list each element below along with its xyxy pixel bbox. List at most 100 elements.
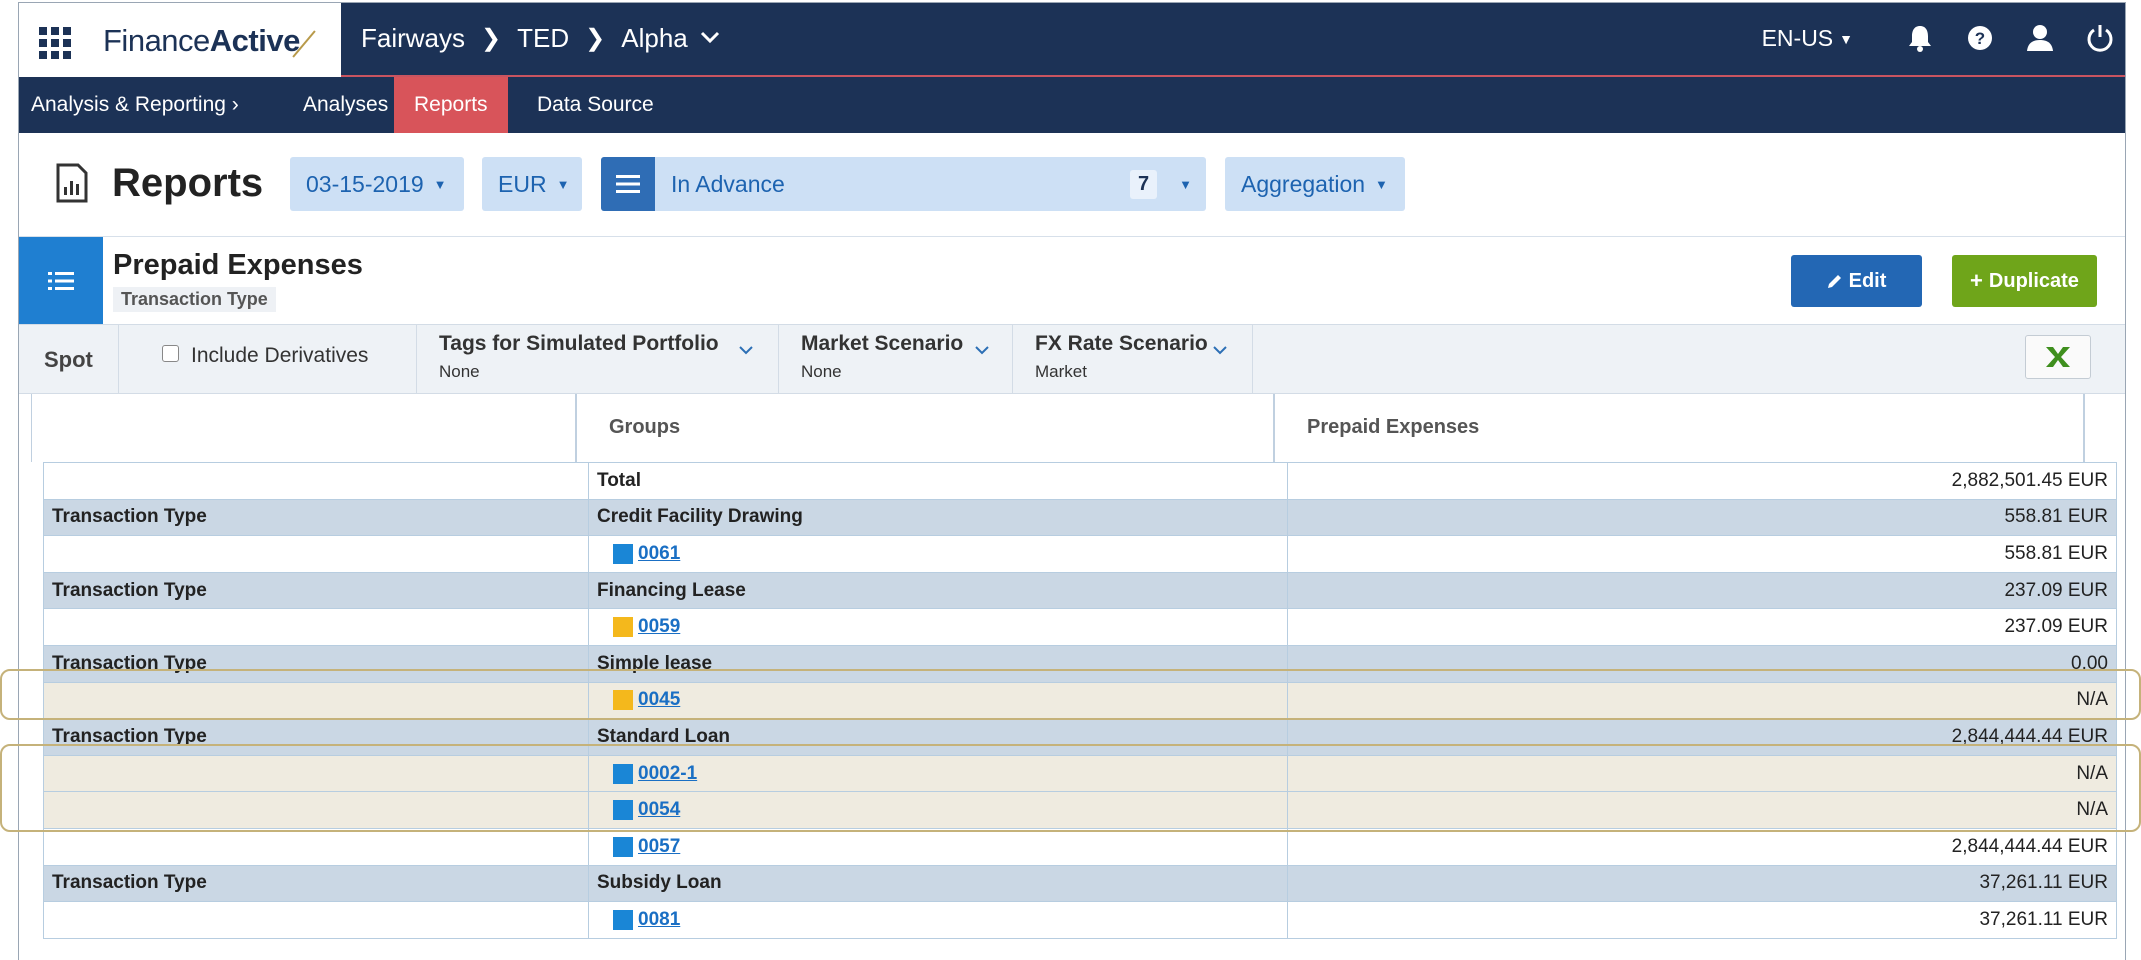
group-type: Transaction Type	[43, 864, 589, 903]
item-value: 37,261.11 EUR	[1287, 901, 2117, 939]
caret-down-icon: ▼	[1375, 176, 1388, 192]
group-row: Transaction Type Standard Loan 2,844,444.4…	[43, 718, 2117, 756]
user-icon[interactable]	[2025, 23, 2055, 53]
currency-selector[interactable]: EUR ▼	[482, 157, 582, 211]
item-color-swatch	[613, 909, 633, 930]
mode-count-badge: 7	[1130, 169, 1158, 199]
spot-cell: Spot	[19, 325, 119, 395]
section-nav: Analysis & Reporting › Analyses Reports …	[19, 77, 2125, 133]
bell-icon[interactable]	[1905, 23, 1935, 53]
breadcrumb-alpha[interactable]: Alpha	[621, 23, 688, 54]
item-row: 0081 37,261.11 EUR	[43, 901, 2117, 939]
group-name: Simple lease	[588, 644, 1288, 683]
total-row: Total 2,882,501.45 EUR	[43, 462, 2117, 500]
item-row: 0054 N/A	[43, 791, 2117, 829]
item-blank-cell	[43, 901, 589, 939]
item-blank-cell	[43, 608, 589, 646]
plus-icon: +	[1970, 268, 1983, 293]
item-color-swatch	[613, 543, 633, 564]
report-title-row: Prepaid Expenses Transaction Type Edit +…	[19, 236, 2125, 325]
total-value: 2,882,501.45 EUR	[1287, 462, 2117, 500]
item-link[interactable]: 0002-1	[638, 763, 697, 784]
item-cell: 0002-1	[588, 754, 1288, 793]
excel-export-button[interactable]	[2025, 335, 2091, 379]
item-cell: 0057	[588, 827, 1288, 866]
item-value: 2,844,444.44 EUR	[1287, 827, 2117, 866]
breadcrumb-fairways[interactable]: Fairways	[361, 23, 465, 54]
group-value: 237.09 EUR	[1287, 571, 2117, 610]
item-link[interactable]: 0061	[638, 543, 680, 564]
breadcrumb-ted[interactable]: TED	[517, 23, 569, 54]
item-row: 0045 N/A	[43, 681, 2117, 720]
item-value: N/A	[1287, 681, 2117, 720]
item-row: 0061 558.81 EUR	[43, 535, 2117, 573]
group-value: 2,844,444.44 EUR	[1287, 718, 2117, 756]
item-cell: 0061	[588, 535, 1288, 573]
duplicate-button[interactable]: + Duplicate	[1952, 255, 2097, 307]
caret-down-icon: ▼	[1179, 176, 1192, 192]
nav-reports[interactable]: Reports	[394, 77, 508, 133]
list-icon[interactable]	[19, 237, 103, 325]
group-value: 0.00	[1287, 644, 2117, 683]
filter-bar: Spot Include Derivatives Tags for Simula…	[19, 324, 2125, 395]
group-name: Subsidy Loan	[588, 864, 1288, 903]
svg-text:?: ?	[1975, 29, 1985, 48]
chevron-right-icon: ❯	[481, 25, 502, 52]
report-title: Prepaid Expenses	[113, 249, 363, 281]
item-color-swatch	[613, 617, 633, 638]
item-blank-cell	[43, 791, 589, 829]
date-selector[interactable]: 03-15-2019 ▼	[290, 157, 464, 211]
hamburger-icon[interactable]	[601, 157, 655, 211]
total-blank-cell	[43, 462, 589, 500]
group-type: Transaction Type	[43, 718, 589, 756]
mode-label: In Advance	[671, 170, 785, 197]
item-cell: 0045	[588, 681, 1288, 720]
item-link[interactable]: 0045	[638, 689, 680, 710]
logo-area: FinanceActive	[19, 3, 341, 77]
nav-analyses[interactable]: Analyses	[289, 77, 402, 133]
item-value: 237.09 EUR	[1287, 608, 2117, 646]
reports-header: Reports 03-15-2019 ▼ EUR ▼ In Advance 7 ▼ …	[19, 133, 2125, 238]
item-value: N/A	[1287, 791, 2117, 829]
include-derivatives-cell: Include Derivatives	[119, 325, 417, 395]
mode-selector[interactable]: In Advance 7 ▼	[601, 157, 1206, 211]
report-table: Total 2,882,501.45 EUR Transaction Type C…	[43, 462, 2117, 939]
item-link[interactable]: 0059	[638, 616, 680, 637]
edit-button[interactable]: Edit	[1791, 255, 1922, 307]
include-derivatives-label[interactable]: Include Derivatives	[191, 344, 368, 368]
nav-analysis-reporting[interactable]: Analysis & Reporting ›	[19, 77, 253, 133]
aggregation-selector[interactable]: Aggregation ▼	[1225, 157, 1405, 211]
include-derivatives-checkbox[interactable]	[162, 345, 179, 362]
caret-down-icon: ▼	[433, 176, 447, 192]
item-link[interactable]: 0081	[638, 909, 680, 930]
header-blank-cell	[32, 394, 577, 462]
item-link[interactable]: 0057	[638, 836, 680, 857]
group-name: Standard Loan	[588, 718, 1288, 756]
power-icon[interactable]	[2085, 23, 2115, 53]
language-selector[interactable]: EN-US ▼	[1762, 25, 1853, 52]
screenshot-frame: FinanceActive Fairways ❯ TED ❯ Alpha EN-…	[0, 0, 2141, 960]
group-value: 37,261.11 EUR	[1287, 864, 2117, 903]
item-row: 0059 237.09 EUR	[43, 608, 2117, 646]
apps-grid-icon[interactable]	[39, 27, 71, 59]
breadcrumb: Fairways ❯ TED ❯ Alpha	[361, 23, 720, 54]
help-icon[interactable]: ?	[1965, 23, 1995, 53]
caret-down-icon: ▼	[556, 176, 570, 192]
top-bar: FinanceActive Fairways ❯ TED ❯ Alpha EN-…	[19, 3, 2125, 77]
market-scenario-dropdown[interactable]: Market Scenario None	[779, 325, 1013, 395]
item-cell: 0081	[588, 901, 1288, 939]
tags-simulated-portfolio-dropdown[interactable]: Tags for Simulated Portfolio None	[417, 325, 779, 395]
group-row: Transaction Type Credit Facility Drawing 5…	[43, 498, 2117, 537]
report-subtitle-badge: Transaction Type	[113, 287, 276, 312]
prepaid-expenses-column-header: Prepaid Expenses ?	[1275, 394, 2085, 462]
chevron-down-icon	[1213, 339, 1227, 360]
chevron-down-icon[interactable]	[700, 27, 720, 50]
nav-data-source[interactable]: Data Source	[523, 77, 668, 133]
finance-active-logo[interactable]: FinanceActive	[103, 23, 300, 59]
chevron-down-icon	[739, 339, 753, 360]
table-header: Groups Prepaid Expenses ?	[31, 394, 2104, 462]
fx-rate-scenario-dropdown[interactable]: FX Rate Scenario Market	[1013, 325, 1253, 395]
item-link[interactable]: 0054	[638, 799, 680, 820]
group-name: Financing Lease	[588, 571, 1288, 610]
item-value: N/A	[1287, 754, 2117, 793]
